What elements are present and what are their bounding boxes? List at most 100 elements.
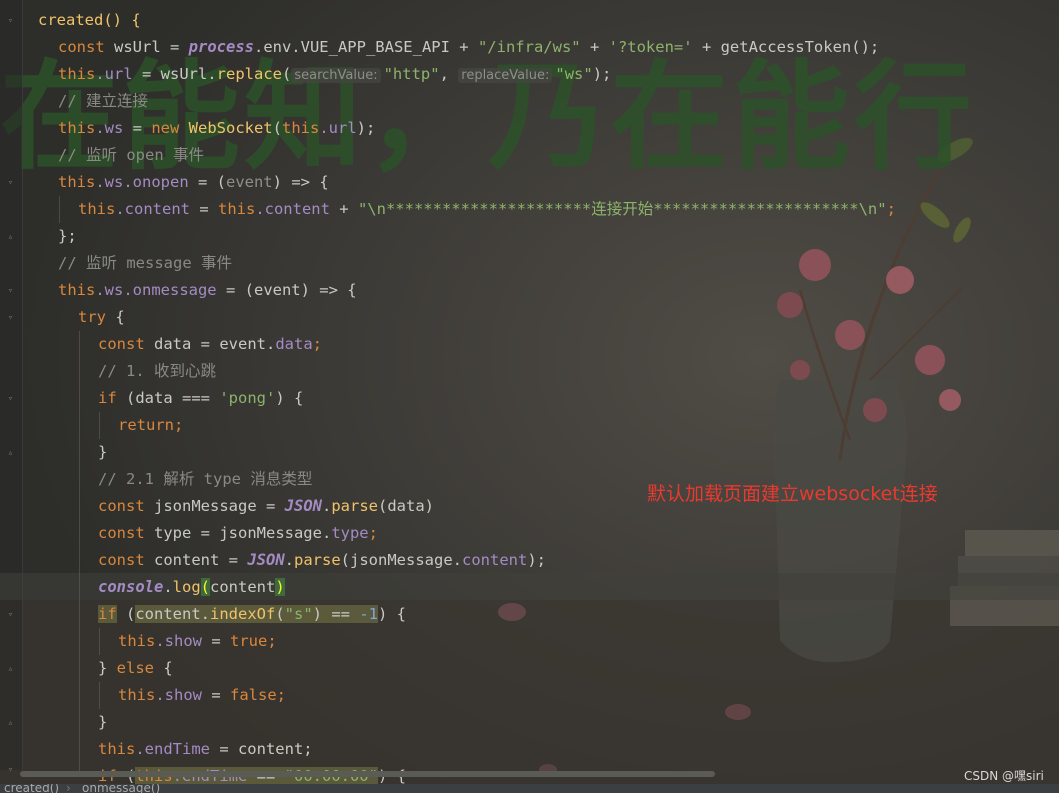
breadcrumb-item-created[interactable]: created(): [4, 784, 59, 793]
code-token: .: [321, 497, 332, 515]
code-comment: // 建立连接: [58, 92, 148, 110]
code-token: }: [98, 443, 108, 461]
code-line[interactable]: this.show = false;: [118, 682, 286, 709]
code-token: this: [58, 173, 96, 191]
code-token: ;: [312, 335, 322, 353]
code-line[interactable]: };: [58, 223, 77, 250]
code-token: try: [78, 308, 106, 326]
code-line[interactable]: const content = JSON.parse(jsonMessage.c…: [98, 547, 546, 574]
code-token: .env.VUE_APP_BASE_API +: [253, 38, 478, 56]
code-token: (: [281, 65, 292, 83]
code-token: log: [172, 578, 201, 596]
fold-marker-icon[interactable]: ▿: [5, 765, 16, 776]
code-token: parse: [294, 551, 341, 569]
code-token: type: [331, 524, 369, 542]
code-token: process: [188, 38, 254, 56]
code-token: .show: [155, 686, 202, 704]
code-token: );: [356, 119, 376, 137]
code-token: ;: [886, 200, 896, 218]
code-token: if: [98, 389, 117, 407]
fold-marker-icon[interactable]: ▿: [5, 16, 16, 27]
fold-marker-icon[interactable]: ▵: [5, 664, 16, 675]
fold-end-marker-icon[interactable]: ▵: [5, 232, 16, 243]
code-token: const: [58, 38, 114, 56]
code-token: .: [163, 578, 173, 596]
code-line[interactable]: const jsonMessage = JSON.parse(data): [98, 493, 434, 520]
code-token: = content;: [209, 740, 313, 758]
code-token: + getAccessToken();: [692, 38, 880, 56]
code-token: =: [202, 686, 230, 704]
code-line[interactable]: } else {: [98, 655, 173, 682]
code-line[interactable]: console.log(content): [98, 574, 285, 601]
fold-marker-icon[interactable]: ▿: [5, 286, 16, 297]
code-line[interactable]: if (data === 'pong') {: [98, 385, 303, 412]
code-token: ) => {: [272, 173, 329, 191]
code-line[interactable]: // 监听 open 事件: [58, 142, 204, 169]
code-line[interactable]: // 1. 收到心跳: [98, 358, 216, 385]
code-line[interactable]: this.ws = new WebSocket(this.url);: [58, 115, 375, 142]
editor-gutter: ▿ ▿ ▵ ▿ ▿ ▿ ▵ ▿ ▵ ▵ ▿: [0, 0, 23, 775]
code-token: = (event) => {: [216, 281, 357, 299]
code-token: const: [98, 335, 154, 353]
fold-marker-icon[interactable]: ▿: [5, 313, 16, 324]
code-token: 'pong': [219, 389, 276, 407]
fold-end-marker-icon[interactable]: ▵: [5, 448, 16, 459]
code-line[interactable]: this.show = true;: [118, 628, 277, 655]
code-token: -1: [359, 605, 379, 623]
code-line[interactable]: // 2.1 解析 type 消息类型: [98, 466, 312, 493]
fold-marker-icon[interactable]: ▿: [5, 610, 16, 621]
code-token: );: [592, 65, 612, 83]
code-token: data = event.: [154, 335, 276, 353]
fold-marker-icon[interactable]: ▿: [5, 178, 16, 189]
code-token: this: [58, 65, 96, 83]
code-token: .url: [319, 119, 357, 137]
code-token: = wsUrl.: [132, 65, 217, 83]
code-token: wsUrl =: [114, 38, 189, 56]
code-token: (data ===: [116, 389, 220, 407]
code-line[interactable]: created() {: [38, 7, 141, 34]
code-line[interactable]: if (content.indexOf("s") == -1) {: [98, 601, 406, 628]
code-line[interactable]: return;: [118, 412, 183, 439]
code-token: = (: [188, 173, 226, 191]
code-token: indexOf: [210, 605, 276, 623]
code-token: content =: [154, 551, 248, 569]
code-line[interactable]: }: [98, 439, 107, 466]
code-line[interactable]: const wsUrl = process.env.VUE_APP_BASE_A…: [58, 34, 879, 61]
fold-marker-icon[interactable]: ▿: [5, 394, 16, 405]
code-line[interactable]: this.ws.onopen = (event) => {: [58, 169, 329, 196]
code-token: new: [151, 119, 189, 137]
code-line[interactable]: const data = event.data;: [98, 331, 322, 358]
code-token: =: [123, 119, 152, 137]
code-token: JSON: [284, 497, 322, 515]
code-token: (: [275, 605, 285, 623]
code-line[interactable]: // 监听 message 事件: [58, 250, 232, 277]
code-token: {: [154, 659, 173, 677]
code-token: (data): [378, 497, 434, 515]
horizontal-scrollbar[interactable]: [20, 771, 715, 777]
code-token: jsonMessage =: [154, 497, 285, 515]
code-line[interactable]: }: [98, 709, 107, 736]
code-token: }: [98, 659, 117, 677]
code-comment: // 监听 message 事件: [58, 254, 232, 272]
code-line[interactable]: const type = jsonMessage.type;: [98, 520, 378, 547]
code-line[interactable]: try {: [78, 304, 125, 331]
code-token: }: [98, 713, 108, 731]
indent-guide: [99, 682, 100, 709]
fold-end-marker-icon[interactable]: ▵: [5, 718, 16, 729]
code-token: const: [98, 497, 154, 515]
breadcrumb-separator-icon: ›: [66, 784, 71, 793]
code-token: onmessage: [132, 281, 217, 299]
code-line[interactable]: // 建立连接: [58, 88, 148, 115]
code-token: .content: [115, 200, 190, 218]
code-token: if: [98, 605, 117, 623]
csdn-watermark: CSDN @嘿siri: [964, 769, 1044, 783]
code-line[interactable]: this.endTime = content;: [98, 736, 313, 763]
code-token: ;: [368, 524, 378, 542]
code-token: console: [98, 578, 164, 596]
code-line[interactable]: this.ws.onmessage = (event) => {: [58, 277, 357, 304]
code-token: content: [462, 551, 528, 569]
breadcrumb-item-onmessage[interactable]: onmessage(): [82, 784, 160, 793]
code-line[interactable]: this.url = wsUrl.replace(searchValue: "ht…: [58, 61, 611, 88]
indent-guide: [99, 412, 100, 439]
code-line[interactable]: this.content = this.content + "\n*******…: [78, 196, 896, 223]
